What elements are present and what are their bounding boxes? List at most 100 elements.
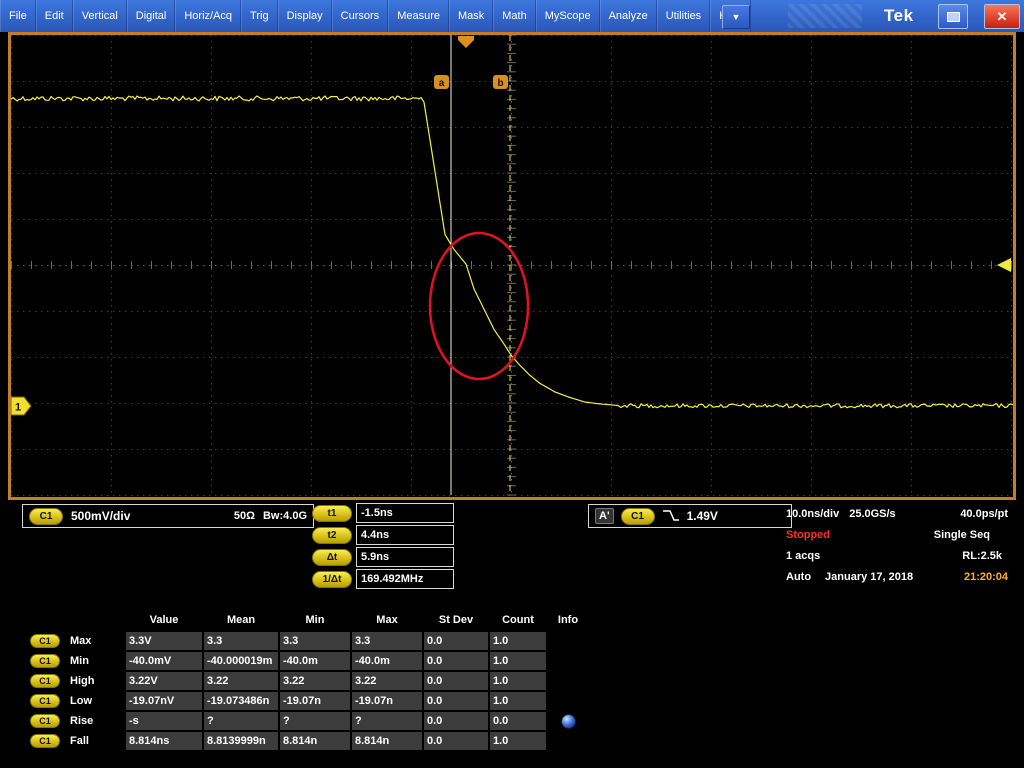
menu-item-file[interactable]: File (0, 0, 36, 32)
meas-source-badge: C1 (30, 654, 60, 668)
meas-source-badge-cell: C1 (30, 652, 66, 670)
cursor-readout-1t: 1/Δt 169.492MHz (312, 569, 454, 589)
meas-low-info (548, 692, 588, 710)
channel1-bandwidth: Bw:4.0G (262, 510, 307, 522)
meas-header-max: Max (376, 614, 398, 626)
channel1-badge: C1 (29, 507, 63, 525)
menu-item-utilities[interactable]: Utilities (656, 0, 711, 32)
meas-fall-mean: 8.8139999n (204, 732, 278, 750)
cursor-value: 4.4ns (356, 525, 454, 545)
cursor-badge: Δt (312, 548, 352, 566)
meas-source-badge-cell: C1 (30, 712, 66, 730)
meas-header-st-dev: St Dev (438, 614, 474, 626)
time: 21:20:04 (963, 570, 1008, 583)
cursor-value: -1.5ns (356, 503, 454, 523)
date: January 17, 2018 (825, 570, 914, 583)
menu-dropdown-button[interactable]: ▼ (722, 5, 750, 29)
menu-item-cursors[interactable]: Cursors (331, 0, 389, 32)
channel1-marker-label: 1 (15, 402, 21, 414)
meas-min-max: -40.0m (352, 652, 422, 670)
scope-display: a b 1 (8, 32, 1016, 500)
menu-item-horiz-acq[interactable]: Horiz/Acq (175, 0, 242, 32)
meas-max-mean: 3.3 (204, 632, 278, 650)
menu-item-vertical[interactable]: Vertical (72, 0, 127, 32)
timebase: 10.0ns/div (786, 507, 840, 520)
minimize-button[interactable] (938, 4, 968, 29)
channel1-impedance: 50Ω (233, 510, 255, 522)
cursor-readout-t: Δt 5.9ns (312, 547, 454, 567)
meas-min-count: 1.0 (490, 652, 546, 670)
cursor-b-label: b (497, 78, 503, 89)
meas-max-info (548, 632, 588, 650)
meas-header-count: Count (502, 614, 534, 626)
cursor-badge: 1/Δt (312, 570, 352, 588)
meas-max-value: 3.3V (126, 632, 202, 650)
menubar-watermark (788, 4, 862, 28)
meas-rise-max: ? (352, 712, 422, 730)
channel1-scale: 500mV/div (71, 509, 131, 523)
meas-rise-stdev: 0.0 (424, 712, 488, 730)
minimize-icon (946, 11, 960, 22)
menu-item-edit[interactable]: Edit (35, 0, 73, 32)
meas-high-mean: 3.22 (204, 672, 278, 690)
falling-edge-icon (662, 510, 679, 521)
meas-high-stdev: 0.0 (424, 672, 488, 690)
acq-mode: Single Seq (933, 528, 990, 541)
cursor-readouts: t1 -1.5ns t2 4.4ns Δt 5.9ns 1/Δt 169.492MHz (312, 503, 454, 592)
meas-high-count: 1.0 (490, 672, 546, 690)
channel1-readout[interactable]: C1 500mV/div 50Ω Bw:4.0G (22, 504, 314, 528)
meas-fall-count: 1.0 (490, 732, 546, 750)
meas-high-info (548, 672, 588, 690)
trigger-aux-label: A' (595, 508, 614, 524)
meas-source-badge-cell: C1 (30, 692, 66, 710)
meas-low-max: -19.07n (352, 692, 422, 710)
meas-min-info (548, 652, 588, 670)
meas-max-stdev: 0.0 (424, 632, 488, 650)
meas-max-min: 3.3 (280, 632, 350, 650)
meas-name-max: Max (70, 635, 92, 647)
info-globe-icon[interactable] (560, 713, 576, 729)
cursor-readout-t2: t2 4.4ns (312, 525, 454, 545)
meas-min-mean: -40.000019m (204, 652, 278, 670)
measurement-table: Value Mean Min Max St Dev Count Info C1 Max 3.3V 3… (30, 612, 588, 750)
menu-item-myscope[interactable]: MyScope (535, 0, 600, 32)
meas-source-badge: C1 (30, 734, 60, 748)
meas-fall-max: 8.814n (352, 732, 422, 750)
meas-source-badge-cell: C1 (30, 732, 66, 750)
trigger-readout[interactable]: A' C1 1.49V (588, 504, 792, 528)
cursor-a-label: a (439, 78, 445, 89)
meas-rise-value: -s (126, 712, 202, 730)
meas-rise-info (548, 712, 588, 730)
close-button[interactable]: ✕ (984, 4, 1020, 29)
menu-item-analyze[interactable]: Analyze (599, 0, 657, 32)
meas-rise-count: 0.0 (490, 712, 546, 730)
menu-item-math[interactable]: Math (493, 0, 536, 32)
tek-logo: Tek (884, 6, 914, 25)
menu-item-measure[interactable]: Measure (388, 0, 449, 32)
meas-name-high: High (70, 675, 95, 687)
meas-name-low: Low (70, 695, 92, 707)
meas-header-min: Min (305, 614, 325, 626)
meas-name-rise: Rise (70, 715, 94, 727)
acquisition-panel: 10.0ns/div 25.0GS/s 40.0ps/pt Stopped Si… (786, 503, 1008, 597)
meas-header-info: Info (557, 614, 579, 626)
meas-source-badge: C1 (30, 634, 60, 648)
cursor-badge: t1 (312, 504, 352, 522)
menu-item-mask[interactable]: Mask (448, 0, 494, 32)
menu-bar: File Edit Vertical Digital Horiz/Acq Trig Disp… (0, 0, 1024, 32)
meas-low-value: -19.07nV (126, 692, 202, 710)
acq-status: Stopped (786, 528, 830, 541)
meas-min-value: -40.0mV (126, 652, 202, 670)
trigger-position-marker[interactable] (458, 36, 474, 48)
cursor-badge: t2 (312, 526, 352, 544)
meas-header-mean: Mean (226, 614, 256, 626)
meas-fall-value: 8.814ns (126, 732, 202, 750)
meas-source-badge-cell: C1 (30, 672, 66, 690)
cursor-value: 169.492MHz (356, 569, 454, 589)
menu-item-digital[interactable]: Digital (126, 0, 176, 32)
meas-min-min: -40.0m (280, 652, 350, 670)
menu-item-trig[interactable]: Trig (241, 0, 278, 32)
trigger-level-arrow[interactable] (997, 258, 1011, 272)
meas-source-badge: C1 (30, 694, 60, 708)
menu-item-display[interactable]: Display (277, 0, 332, 32)
